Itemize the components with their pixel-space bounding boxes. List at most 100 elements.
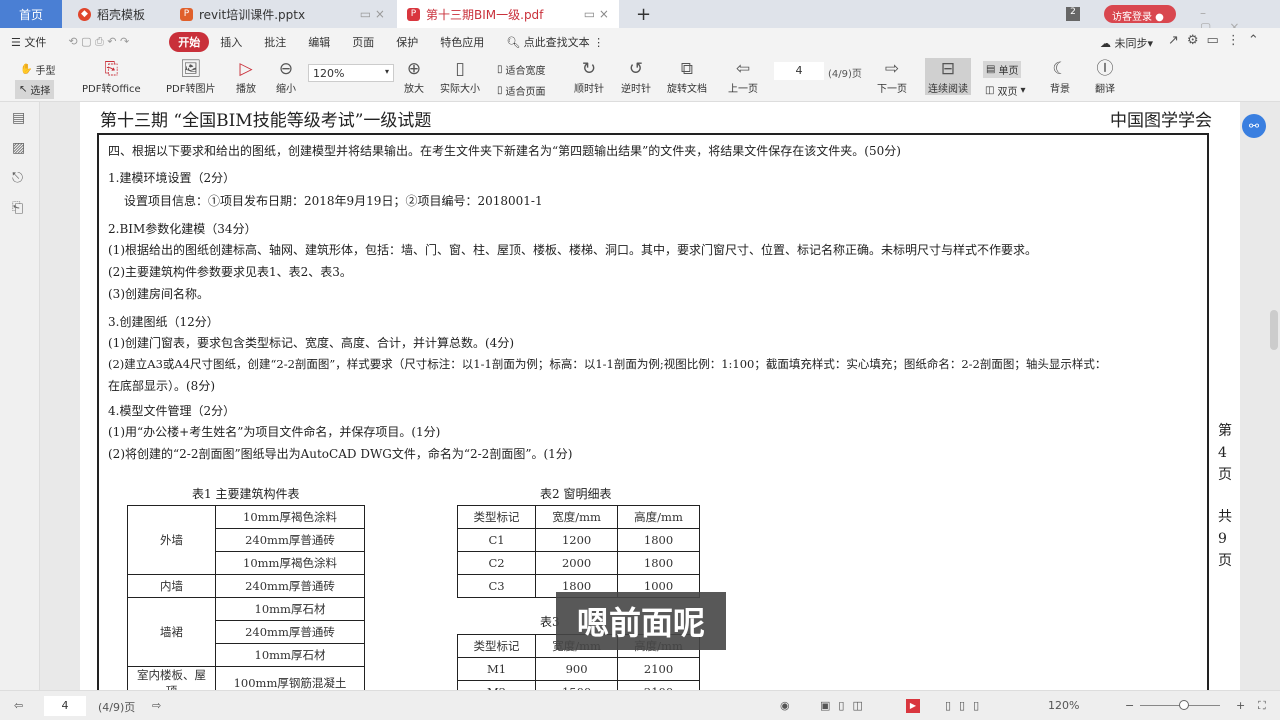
table-cell: M1: [456, 657, 537, 681]
doc-header-left: 第十三期 “全国BIM技能等级考试”一级试题: [100, 111, 432, 131]
search-label: 点此查找文本: [523, 36, 590, 49]
prev-page-button[interactable]: ⇦ 上一页: [728, 58, 758, 95]
side-char: 第: [1218, 423, 1232, 439]
question-line: (3)创建房间名称。: [108, 287, 209, 301]
next-page-icon[interactable]: ⇨: [152, 699, 161, 712]
thumbnails-icon[interactable]: ▤: [12, 110, 25, 126]
fit-icons[interactable]: ▯▯▯: [945, 699, 987, 712]
video-subtitle: 嗯前面呢: [556, 592, 726, 650]
label: 单页: [998, 66, 1019, 77]
window-count[interactable]: 2: [1066, 7, 1080, 21]
zoom-select[interactable]: 120% ▾: [308, 64, 394, 82]
zoom-slider-handle[interactable]: [1179, 700, 1189, 710]
table-cell: 1800: [617, 551, 700, 575]
table-cell: 内墙: [127, 574, 216, 598]
question-line: (2)将创建的“2-2剖面图”图纸导出为AutoCAD DWG文件，命名为“2-…: [108, 447, 573, 461]
status-page-input[interactable]: 4: [44, 696, 86, 716]
rotate-ccw-button[interactable]: ↺ 逆时针: [621, 58, 651, 95]
table-cell: 900: [535, 657, 619, 681]
sync-status[interactable]: ☁ 未同步▾: [1100, 35, 1153, 51]
menu-protect[interactable]: 保护: [385, 34, 429, 50]
zoom-out-button[interactable]: ⊖ 缩小: [276, 58, 296, 95]
translate-button[interactable]: Ⓘ 翻译: [1095, 58, 1115, 95]
rotate-cw-button[interactable]: ↻ 顺时针: [574, 58, 604, 95]
menu-annotate[interactable]: 批注: [253, 34, 297, 50]
label: 实际大小: [440, 84, 480, 95]
pdf-to-image-button[interactable]: 🖼︎ PDF转图片: [166, 58, 215, 95]
menu-page[interactable]: 页面: [341, 34, 385, 50]
login-button[interactable]: 访客登录 ●: [1104, 5, 1176, 23]
side-char: 4: [1218, 445, 1227, 461]
tab-home[interactable]: 首页: [0, 0, 62, 28]
scrollbar[interactable]: [1270, 310, 1278, 350]
menu-start[interactable]: 开始: [169, 32, 210, 52]
link-float-button[interactable]: ⚯: [1242, 114, 1266, 138]
rotate-doc-button[interactable]: ⧉ 旋转文档: [667, 58, 707, 95]
fullscreen-icon[interactable]: ⛶: [1258, 699, 1266, 713]
settings-icons[interactable]: ↗⚙▭⋮⌃: [1168, 33, 1267, 48]
play-button[interactable]: ▷ 播放: [236, 58, 256, 95]
zoom-out-icon[interactable]: −: [1125, 699, 1134, 712]
tab-bar: 首页 ◆ 稻壳模板 Previt培训课件.pptx ▭ × P 第十三期BIM一级.p…: [0, 0, 1280, 34]
question-line: 4.模型文件管理（2分）: [108, 404, 236, 418]
eye-icon[interactable]: ◉: [780, 699, 790, 712]
file-menu[interactable]: ☰ 文件: [0, 34, 57, 50]
search-text[interactable]: 🔍︎ 点此查找文本 ⋮: [495, 34, 615, 50]
label: 放大: [404, 84, 424, 95]
background-button[interactable]: ☾ 背景: [1050, 58, 1070, 95]
table-cell: 10mm厚褐色涂料: [215, 505, 365, 529]
doc-header-right: 中国图学学会: [1110, 111, 1212, 131]
table-cell: 10mm厚石材: [215, 643, 365, 667]
tab-pdf-active[interactable]: P 第十三期BIM一级.pdf ▭ ×: [397, 0, 619, 28]
tab-label: 首页: [18, 7, 43, 22]
table-cell: 10mm厚石材: [215, 597, 365, 621]
translate-icon: Ⓘ: [1096, 59, 1114, 79]
zoom-in-icon[interactable]: +: [1236, 699, 1245, 712]
table-cell: C2: [456, 551, 537, 575]
zoom-value: 120%: [313, 67, 345, 80]
single-page-button[interactable]: ▤ 单页: [983, 61, 1022, 78]
play-icon[interactable]: ▶: [906, 699, 920, 713]
status-bar: ⇦ 4 (4/9)页 ⇨ ◉ ▣▯◫ ▶ ▯▯▯ 120% − + ⛶: [0, 690, 1280, 720]
view-mode-icons[interactable]: ▣▯◫: [820, 699, 871, 712]
table-cell: 1800: [617, 528, 700, 552]
annotation-icon[interactable]: ⎗: [12, 200, 23, 216]
question-line: (2)建立A3或A4尺寸图纸，创建“2-2剖面图”，样式要求（尺寸标注：以1-1…: [108, 357, 1107, 371]
question-line: (1)用“办公楼+考生姓名”为项目文件命名，并保存项目。(1分): [108, 425, 441, 439]
table2-title: 表2 窗明细表: [540, 487, 612, 501]
continuous-read-button[interactable]: ⊟ 连续阅读: [925, 58, 971, 95]
actual-size-button[interactable]: ▯ 实际大小: [440, 58, 480, 95]
prev-page-icon[interactable]: ⇦: [14, 699, 23, 712]
zoom-in-icon: ⊕: [406, 59, 422, 79]
pdf-to-office-button[interactable]: ⎘ PDF转Office: [82, 58, 141, 95]
double-page-button[interactable]: ◫ 双页 ▾: [985, 83, 1025, 98]
moon-icon: ☾: [1052, 59, 1068, 79]
menu-special[interactable]: 特色应用: [429, 34, 495, 50]
menu-insert[interactable]: 插入: [209, 34, 253, 50]
quick-access-icons[interactable]: ⟲ ▢ ⎙ ↶ ↷: [57, 35, 169, 49]
sync-label: 未同步: [1114, 37, 1148, 50]
table-cell: 240mm厚普通砖: [215, 620, 365, 644]
question-line: 1.建模环境设置（2分）: [108, 171, 236, 185]
new-tab-button[interactable]: +: [626, 0, 661, 28]
fit-width-button[interactable]: ▯ 适合宽度: [497, 62, 546, 77]
hand-icon: ✋: [20, 64, 33, 75]
bookmark-icon[interactable]: ⎋: [12, 170, 23, 186]
zoom-in-button[interactable]: ⊕ 放大: [404, 58, 424, 95]
double-page-icon: ◫: [985, 85, 995, 96]
page-input[interactable]: 4: [774, 62, 824, 80]
image-icon[interactable]: ▨: [12, 140, 25, 156]
tab-pptx[interactable]: Previt培训课件.pptx ▭ ×: [170, 0, 395, 28]
image-icon: 🖼︎: [179, 59, 202, 79]
toolbar: ✋ 手型 ↖ 选择 ⎘ PDF转Office 🖼︎ PDF转图片 ▷ 播放 ⊖ 缩小 120…: [0, 56, 1280, 102]
fit-page-icon: ▯: [497, 85, 503, 96]
zoom-out-icon: ⊖: [278, 59, 294, 79]
fit-page-button[interactable]: ▯ 适合页面: [497, 83, 546, 98]
table-cell: 1200: [535, 528, 619, 552]
menu-edit[interactable]: 编辑: [297, 34, 341, 50]
close-icon[interactable]: ▭ ×: [360, 7, 385, 21]
select-tool[interactable]: ↖ 选择: [15, 80, 55, 99]
hand-tool[interactable]: ✋ 手型: [20, 62, 55, 77]
close-tab-icon[interactable]: ▭ ×: [584, 7, 609, 21]
next-page-button[interactable]: ⇨ 下一页: [877, 58, 907, 95]
